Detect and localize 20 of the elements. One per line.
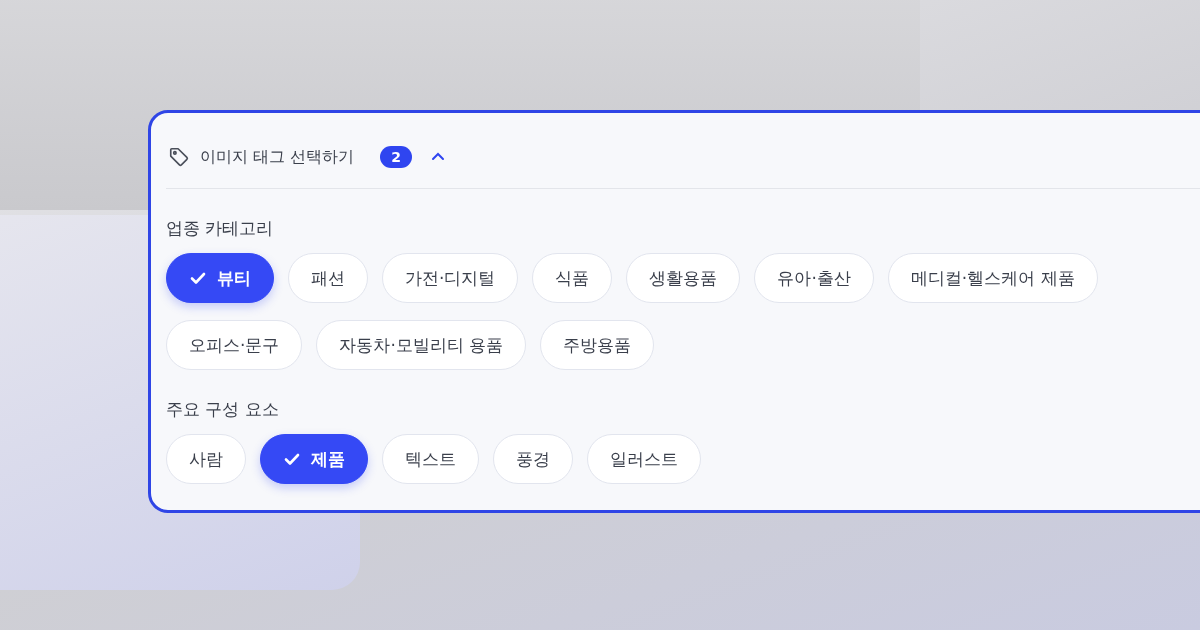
tag-chip[interactable]: 제품 [260, 434, 368, 484]
tag-chip[interactable]: 자동차·모빌리티 용품 [316, 320, 527, 370]
tag-chip[interactable]: 패션 [288, 253, 368, 303]
tag-chip[interactable]: 풍경 [493, 434, 573, 484]
tag-chip[interactable]: 텍스트 [382, 434, 479, 484]
tag-chip[interactable]: 뷰티 [166, 253, 274, 303]
tag-chip[interactable]: 식품 [532, 253, 613, 303]
tag-chip[interactable]: 메디컬·헬스케어 제품 [887, 253, 1098, 303]
tag-chip[interactable]: 사람 [166, 434, 246, 484]
section-label: 업종 카테고리 [166, 217, 275, 240]
section-label: 주요 구성 요소 [166, 398, 280, 421]
tag-chip[interactable]: 주방용품 [540, 320, 655, 370]
tag-chip[interactable]: 가전·디지털 [382, 253, 519, 303]
panel-title: 이미지 태그 선택하기 [200, 146, 355, 168]
tag-chip[interactable]: 오피스·문구 [166, 320, 303, 370]
tag-chip[interactable]: 유아·출산 [754, 253, 874, 303]
tag-icon [168, 146, 190, 168]
tag-chip[interactable]: 생활용품 [626, 253, 741, 303]
tag-chip[interactable]: 일러스트 [587, 434, 701, 484]
count-badge: 2 [380, 146, 413, 168]
